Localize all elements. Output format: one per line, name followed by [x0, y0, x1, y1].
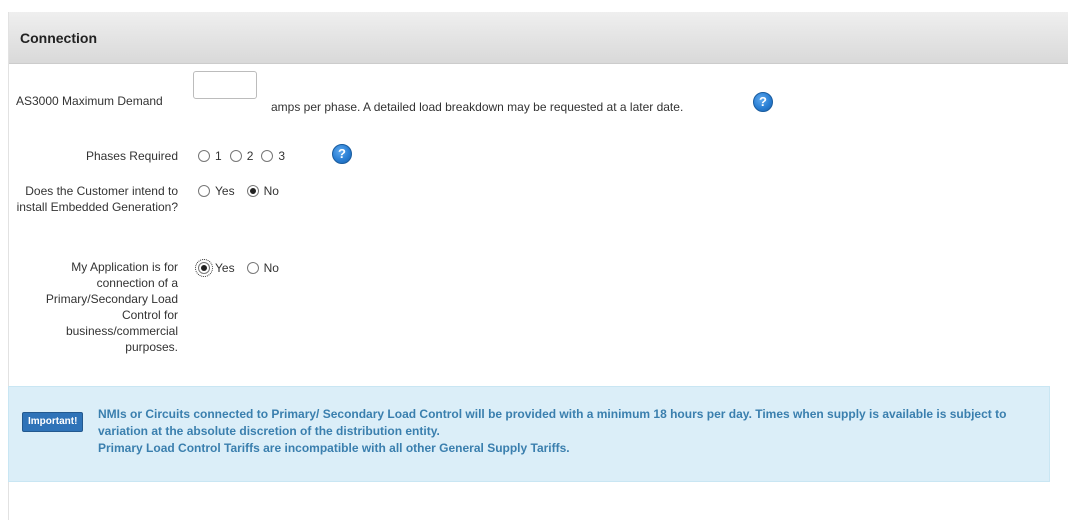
load-control-label: My Application is for connection of a Pr… [45, 260, 178, 354]
embedded-generation-radio-group: Yes No [198, 184, 289, 198]
embedded-generation-label: Does the Customer intend to install Embe… [16, 184, 178, 214]
alert-message: NMIs or Circuits connected to Primary/ S… [98, 406, 1038, 457]
phases-radio-3[interactable] [261, 150, 274, 162]
phases-option-3-label: 3 [278, 149, 286, 163]
phases-option-1-label: 1 [215, 149, 222, 163]
important-alert: Important! NMIs or Circuits connected to… [8, 386, 1050, 482]
phases-option-2[interactable]: 2 [229, 149, 254, 163]
phases-label: Phases Required [85, 149, 178, 163]
phases-option-1[interactable]: 1 [198, 149, 222, 163]
alert-line-1: NMIs or Circuits connected to Primary/ S… [98, 407, 1007, 438]
embedded-generation-option-no[interactable]: No [246, 184, 279, 198]
max-demand-input[interactable] [193, 71, 257, 99]
load-control-option-no[interactable]: No [246, 261, 279, 275]
load-control-option-yes[interactable]: Yes [195, 259, 235, 277]
panel-header: Connection [9, 12, 1068, 64]
embedded-generation-radio-yes[interactable] [198, 185, 210, 197]
alert-line-2: Primary Load Control Tariffs are incompa… [98, 441, 570, 455]
embedded-generation-option-yes[interactable]: Yes [198, 184, 235, 198]
load-control-yes-label: Yes [215, 261, 235, 275]
max-demand-suffix: amps per phase. A detailed load breakdow… [271, 100, 684, 114]
phases-option-2-label: 2 [246, 149, 254, 163]
phases-help-icon[interactable]: ? [332, 144, 352, 164]
embedded-generation-radio-no[interactable] [246, 185, 259, 197]
important-badge: Important! [22, 412, 84, 432]
embedded-generation-yes-label: Yes [215, 184, 235, 198]
max-demand-help-icon[interactable]: ? [753, 92, 773, 112]
load-control-radio-no[interactable] [246, 262, 259, 274]
phases-option-3[interactable]: 3 [261, 149, 285, 163]
max-demand-label: AS3000 Maximum Demand [16, 94, 163, 108]
load-control-radio-group: Yes No [195, 259, 289, 277]
phases-radio-2[interactable] [229, 150, 242, 162]
load-control-no-label: No [263, 261, 279, 275]
phases-radio-1[interactable] [198, 150, 210, 162]
section-title: Connection [20, 30, 97, 46]
phases-radio-group: 1 2 3 [198, 149, 295, 163]
embedded-generation-no-label: No [263, 184, 279, 198]
load-control-radio-yes[interactable] [195, 259, 213, 277]
